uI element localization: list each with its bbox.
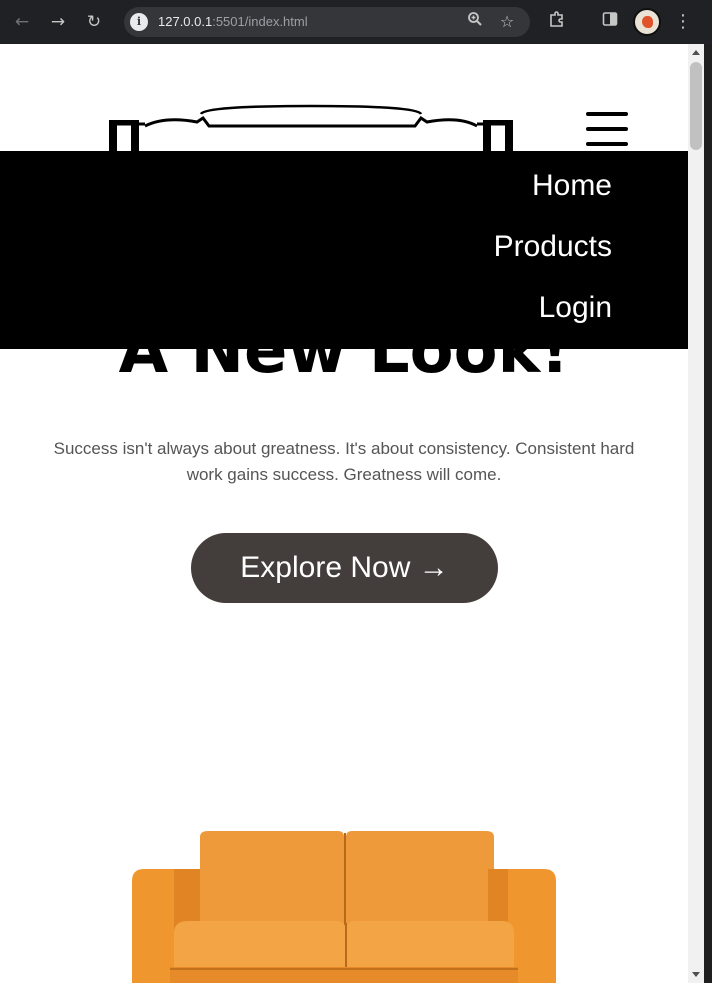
menu-item-products[interactable]: Products	[494, 230, 612, 264]
page-scrollbar[interactable]	[688, 44, 704, 983]
scroll-up-arrow-icon[interactable]	[692, 50, 700, 55]
side-panel-icon[interactable]	[598, 10, 622, 34]
page-viewport: Home Products Login A New Look! Success …	[0, 44, 688, 983]
nav-dropdown-menu: Home Products Login	[0, 151, 688, 349]
address-bar[interactable]: i 127.0.0.1:5501/index.html ☆	[124, 7, 530, 37]
scroll-thumb[interactable]	[690, 62, 702, 150]
kebab-menu-icon[interactable]: ⋮	[671, 10, 695, 34]
hamburger-menu-icon[interactable]	[586, 112, 628, 146]
sofa-image	[130, 829, 558, 983]
hero-tagline: Success isn't always about greatness. It…	[53, 439, 635, 484]
zoom-icon[interactable]	[464, 11, 486, 33]
back-arrow-icon[interactable]: ←	[10, 10, 34, 34]
explore-now-button[interactable]: Explore Now →	[191, 533, 498, 603]
bookmark-star-icon[interactable]: ☆	[496, 11, 518, 33]
site-info-icon[interactable]: i	[130, 13, 148, 31]
menu-item-login[interactable]: Login	[539, 291, 612, 325]
scroll-down-arrow-icon[interactable]	[692, 972, 700, 977]
url-text[interactable]: 127.0.0.1:5501/index.html	[158, 14, 308, 29]
url-path: :5501/index.html	[212, 14, 308, 29]
browser-toolbar: ← → ↻ i 127.0.0.1:5501/index.html ☆ ⋮	[0, 0, 712, 44]
url-host: 127.0.0.1	[158, 14, 213, 29]
sofa-logo[interactable]	[105, 104, 513, 154]
forward-arrow-icon[interactable]: →	[46, 10, 70, 34]
reload-icon[interactable]: ↻	[82, 10, 106, 34]
profile-avatar[interactable]	[633, 8, 661, 36]
background-window-edge	[704, 44, 712, 983]
menu-item-home[interactable]: Home	[532, 169, 612, 203]
extensions-puzzle-icon[interactable]	[545, 10, 569, 34]
